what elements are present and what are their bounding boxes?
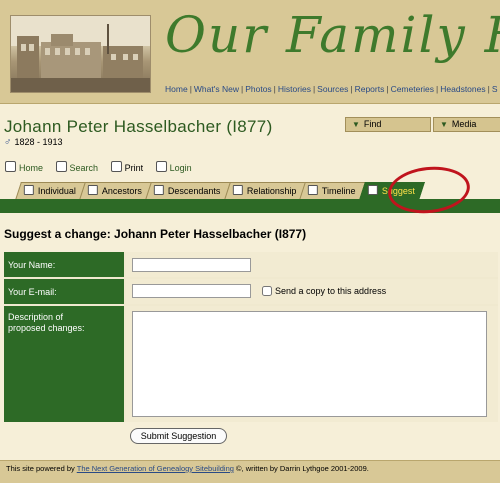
tab-relationship[interactable]: Relationship (223, 182, 307, 200)
login-link-label: Login (169, 163, 192, 173)
send-copy-label: Send a copy to this address (275, 286, 387, 296)
timeline-icon (307, 185, 318, 195)
login-icon (155, 161, 167, 172)
nav-more[interactable]: S (492, 84, 498, 94)
footer-suffix: ©, written by Darrin Lythgoe 2001-2009. (233, 464, 369, 473)
suggest-icon (367, 185, 378, 195)
login-link[interactable]: Login (155, 161, 192, 173)
nav-cemeteries[interactable]: Cemeteries (391, 84, 434, 94)
email-field[interactable] (132, 284, 251, 298)
tab-descendants[interactable]: Descendants (145, 182, 231, 200)
triangle-down-icon: ▼ (352, 120, 360, 129)
find-label: Find (363, 119, 382, 129)
individual-icon (23, 185, 34, 195)
print-link[interactable]: Print (110, 161, 144, 173)
nav-reports[interactable]: Reports (355, 84, 385, 94)
tab-relationship-label: Relationship (246, 186, 296, 196)
email-label: Your E-mail: (4, 279, 124, 304)
birth-death-years: 1828 - 1913 (14, 137, 63, 147)
tab-timeline-label: Timeline (321, 186, 356, 196)
nav-sources[interactable]: Sources (317, 84, 348, 94)
ancestors-icon (87, 185, 98, 195)
tab-individual[interactable]: Individual (15, 182, 86, 200)
search-icon (55, 161, 67, 172)
suggest-form: Your Name: Your E-mail: Send a copy to t… (4, 252, 498, 422)
name-label: Your Name: (4, 252, 124, 277)
footer-prefix: This site powered by (6, 464, 77, 473)
tab-bar: Individual Ancestors Descendants Relationsh… (15, 181, 425, 200)
descendants-icon (153, 185, 164, 195)
description-label-line2: proposed changes: (8, 323, 85, 333)
person-name: Johann Peter Hasselbacher (I877) (4, 117, 273, 136)
top-navigation: Home | What's New | Photos | Histories | Sources… (165, 84, 498, 94)
page-title: Suggest a change: Johann Peter Hasselbac… (4, 227, 307, 241)
triangle-down-icon: ▼ (440, 120, 448, 129)
home-link[interactable]: Home (5, 161, 44, 173)
footer: This site powered by The Next Generation… (0, 460, 500, 483)
nav-whats-new[interactable]: What's New (194, 84, 239, 94)
nav-histories[interactable]: Histories (278, 84, 311, 94)
footer-tng-link[interactable]: The Next Generation of Genealogy Sitebui… (77, 464, 234, 473)
home-link-label: Home (19, 163, 44, 173)
print-icon (110, 161, 122, 172)
home-icon (5, 161, 16, 172)
tab-descendants-label: Descendants (167, 186, 221, 196)
utility-links: Home Search Print Login (5, 161, 202, 173)
search-link[interactable]: Search (55, 161, 99, 173)
nav-photos[interactable]: Photos (245, 84, 271, 94)
name-field[interactable] (132, 258, 251, 272)
life-dates: ♂ 1828 - 1913 (4, 137, 63, 148)
find-dropdown[interactable]: ▼ Find (345, 117, 431, 132)
nav-home[interactable]: Home (165, 84, 188, 94)
tab-ancestors[interactable]: Ancestors (79, 182, 152, 200)
male-icon: ♂ (4, 137, 12, 148)
old-town-photo-icon (11, 16, 150, 92)
site-banner: Our Family H Home | What's New | Photos | Hist… (0, 0, 500, 104)
submit-suggestion-button[interactable]: Submit Suggestion (130, 428, 227, 444)
send-copy-checkbox[interactable] (262, 286, 272, 296)
tab-timeline[interactable]: Timeline (299, 182, 366, 200)
nav-headstones[interactable]: Headstones (440, 84, 485, 94)
tab-individual-label: Individual (37, 186, 76, 196)
tab-ancestors-label: Ancestors (101, 186, 142, 196)
description-textarea[interactable] (132, 311, 487, 417)
description-label: Description of proposed changes: (4, 306, 124, 422)
site-title: Our Family H (165, 6, 500, 64)
media-label: Media (451, 119, 477, 129)
media-dropdown[interactable]: ▼ Media (433, 117, 500, 132)
relationship-icon (232, 185, 243, 195)
header-photo (10, 15, 151, 93)
print-link-label: Print (124, 163, 144, 173)
description-label-line1: Description of (8, 312, 64, 322)
search-link-label: Search (69, 163, 99, 173)
